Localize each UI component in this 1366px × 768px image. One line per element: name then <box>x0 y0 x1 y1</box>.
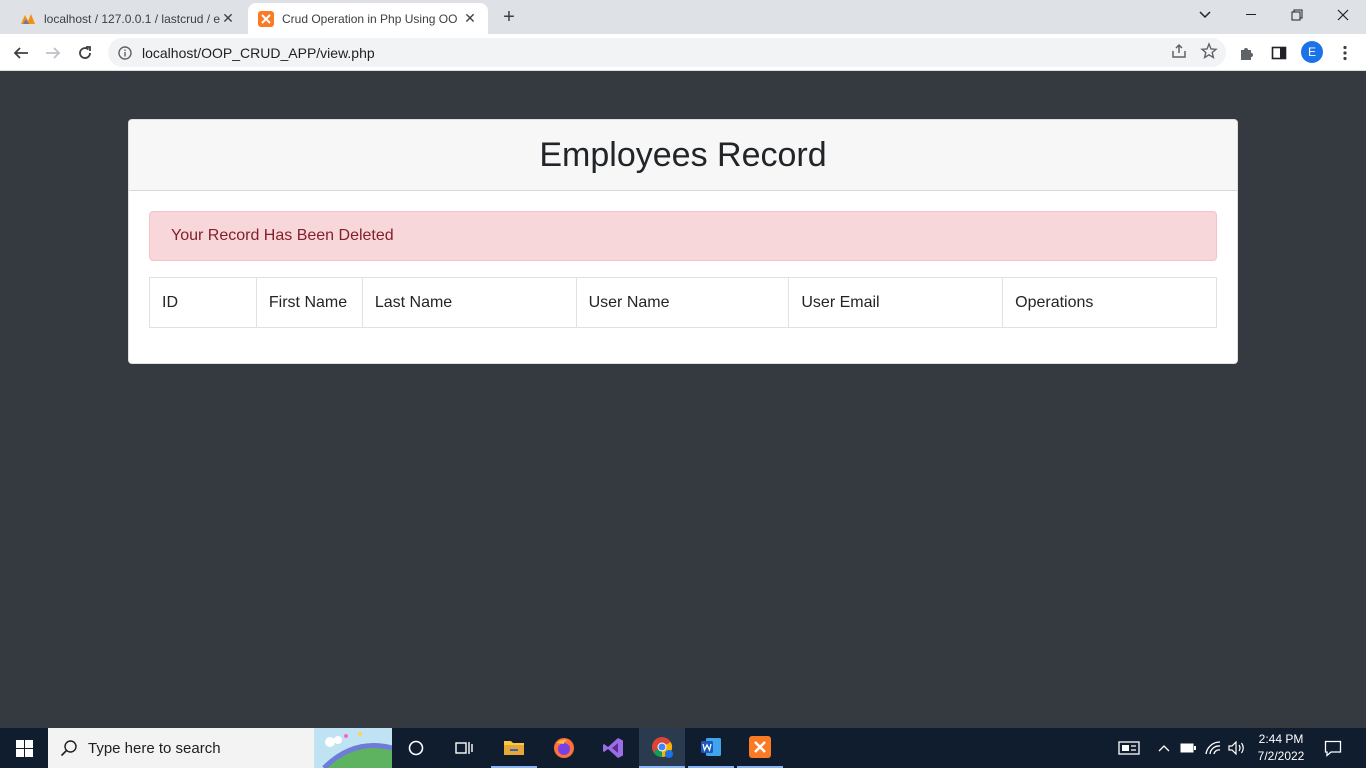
cortana-icon[interactable] <box>393 728 439 768</box>
bookmark-star-icon[interactable] <box>1200 42 1218 65</box>
menu-kebab-icon[interactable] <box>1334 42 1356 64</box>
close-tab-icon[interactable]: ✕ <box>462 10 478 27</box>
profile-avatar[interactable]: E <box>1301 41 1323 63</box>
card-header: Employees Record <box>129 120 1237 191</box>
column-header-last-name: Last Name <box>361 277 577 328</box>
tab-crud-operation[interactable]: Crud Operation in Php Using OO ✕ <box>248 3 488 34</box>
page-title: Employees Record <box>539 135 827 174</box>
visual-studio-icon[interactable] <box>590 728 636 768</box>
close-window-button[interactable] <box>1320 0 1366 30</box>
forward-arrow-icon[interactable] <box>40 40 66 66</box>
search-placeholder: Type here to search <box>88 739 221 757</box>
minimize-button[interactable] <box>1228 0 1274 30</box>
site-info-icon[interactable] <box>118 45 132 60</box>
extensions-puzzle-icon[interactable] <box>1236 42 1258 64</box>
address-bar[interactable]: localhost/OOP_CRUD_APP/view.php <box>108 38 1226 67</box>
file-explorer-icon[interactable] <box>491 728 537 768</box>
column-header-first-name: First Name <box>255 277 363 328</box>
column-header-user-email: User Email <box>788 277 1004 328</box>
windows-start-icon[interactable] <box>0 728 48 768</box>
tab-title: localhost / 127.0.0.1 / lastcrud / e <box>44 11 220 26</box>
taskbar-search-box[interactable]: Type here to search <box>48 728 392 768</box>
side-panel-icon[interactable] <box>1268 42 1290 64</box>
employees-card: Employees Record Your Record Has Been De… <box>128 119 1238 364</box>
xampp-taskbar-icon[interactable] <box>737 728 783 768</box>
url-text: localhost/OOP_CRUD_APP/view.php <box>142 44 375 61</box>
browser-toolbar: localhost/OOP_CRUD_APP/view.php <box>0 34 1366 71</box>
task-view-icon[interactable] <box>441 728 487 768</box>
employees-table: ID First Name Last Name User Name User E… <box>149 277 1217 328</box>
battery-icon[interactable] <box>1178 728 1198 768</box>
share-icon[interactable] <box>1170 42 1188 65</box>
new-tab-button[interactable]: + <box>498 6 520 28</box>
column-header-user-name: User Name <box>575 277 790 328</box>
tab-title: Crud Operation in Php Using OO <box>282 11 458 26</box>
phpmyadmin-icon <box>20 11 36 27</box>
restore-button[interactable] <box>1274 0 1320 30</box>
notification-center-icon[interactable] <box>1318 728 1348 768</box>
back-arrow-icon[interactable] <box>8 40 34 66</box>
column-header-operations: Operations <box>1002 277 1217 328</box>
close-tab-icon[interactable]: ✕ <box>220 10 236 27</box>
show-hidden-icons-chevron-icon[interactable] <box>1154 728 1174 768</box>
tab-phpmyadmin[interactable]: localhost / 127.0.0.1 / lastcrud / e ✕ <box>10 3 246 34</box>
search-icon <box>60 739 78 757</box>
search-highlight-illustration <box>314 728 392 768</box>
windows-taskbar: Type here to search 2:44 PM 7/2/2022 <box>0 728 1366 768</box>
deleted-alert: Your Record Has Been Deleted <box>149 211 1217 261</box>
clock-date: 7/2/2022 <box>1257 749 1305 763</box>
table-header-row: ID First Name Last Name User Name User E… <box>149 277 1217 328</box>
wifi-icon[interactable] <box>1202 728 1224 768</box>
column-header-id: ID <box>149 277 257 328</box>
news-widget-icon[interactable] <box>1114 728 1144 768</box>
word-icon[interactable] <box>688 728 734 768</box>
xampp-icon <box>258 10 274 27</box>
browser-tab-strip: localhost / 127.0.0.1 / lastcrud / e ✕ C… <box>0 0 1366 34</box>
system-clock[interactable]: 2:44 PM 7/2/2022 <box>1252 731 1310 765</box>
clock-time: 2:44 PM <box>1258 732 1304 746</box>
firefox-icon[interactable] <box>541 728 587 768</box>
reload-icon[interactable] <box>72 40 98 66</box>
tab-search-chevron-icon[interactable] <box>1182 0 1228 30</box>
volume-icon[interactable] <box>1226 728 1248 768</box>
chrome-icon[interactable] <box>639 728 685 768</box>
